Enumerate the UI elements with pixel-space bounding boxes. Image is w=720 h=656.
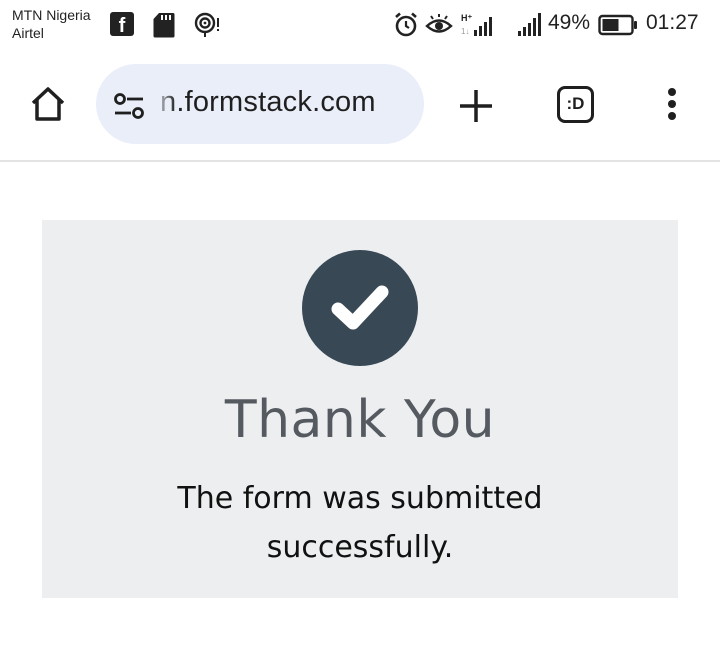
signal-icon: H⁺ 1↓ <box>461 13 492 36</box>
alarm-icon <box>395 12 417 37</box>
plus-icon[interactable] <box>456 86 496 126</box>
home-icon[interactable] <box>28 84 68 124</box>
browser-toolbar: n.formstack.com :D <box>0 60 720 160</box>
checkmark-icon <box>302 250 418 366</box>
page-title: Thank You <box>224 390 496 450</box>
carrier-info: MTN Nigeria Airtel <box>12 6 91 42</box>
more-vert-icon[interactable] <box>660 84 684 124</box>
carrier-name-secondary: Airtel <box>12 25 44 41</box>
status-bar: MTN Nigeria Airtel f H⁺ 1↓ 49% 01:27 <box>0 0 720 52</box>
battery-percentage: 49% <box>548 11 591 34</box>
battery-icon <box>598 14 637 36</box>
tab-switcher-icon[interactable]: :D <box>557 86 594 123</box>
confirmation-message: The form was submitted successfully. <box>177 481 543 565</box>
url-text[interactable]: n.formstack.com <box>160 86 376 119</box>
eye-comfort-icon <box>425 14 453 33</box>
confirmation-card: Thank You The form was submitted success… <box>42 220 678 598</box>
carrier-name-primary: MTN Nigeria <box>12 7 91 23</box>
signal-icon <box>518 13 541 36</box>
toolbar-divider <box>0 160 720 162</box>
sd-card-icon <box>153 13 175 38</box>
tune-icon[interactable] <box>113 92 145 120</box>
hotspot-icon <box>194 12 219 37</box>
svg-text:1↓: 1↓ <box>461 27 469 36</box>
clock: 01:27 <box>646 11 699 34</box>
svg-text:H⁺: H⁺ <box>461 13 472 23</box>
facebook-icon: f <box>110 12 134 36</box>
address-bar[interactable]: n.formstack.com <box>96 64 424 144</box>
url-fade <box>154 78 176 128</box>
